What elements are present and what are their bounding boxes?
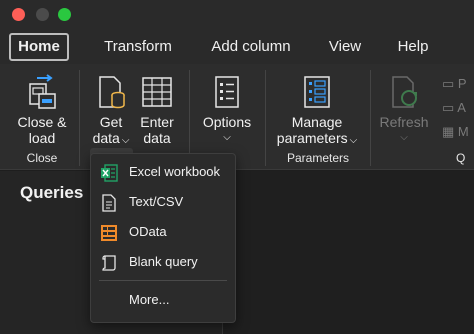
menu-item-label: Excel workbook xyxy=(129,164,221,179)
close-load-label-2: load xyxy=(28,130,56,146)
excel-icon xyxy=(101,164,118,182)
chevron-down-icon: ⌵ xyxy=(400,132,408,143)
ribbon-separator xyxy=(370,70,371,166)
menu-item-label: Text/CSV xyxy=(129,194,184,209)
ribbon-separator xyxy=(265,70,266,166)
menu-item-label: Blank query xyxy=(129,254,198,269)
manage-parameters-label-1: Manage xyxy=(291,114,343,130)
get-data-label-2: data ⌵ xyxy=(92,130,130,146)
chevron-down-icon: ⌵ xyxy=(349,135,358,146)
preview-pane xyxy=(223,171,474,334)
minimize-window-button[interactable] xyxy=(36,8,49,21)
menu-item-odata[interactable]: OData xyxy=(91,217,235,247)
manage-parameters-button[interactable]: Manage parameters ⌵ xyxy=(272,74,362,149)
menu-item-label: More... xyxy=(129,292,170,307)
tab-add-column[interactable]: Add column xyxy=(203,33,299,61)
manage-button[interactable]: ▦ M xyxy=(442,124,469,140)
scroll-icon xyxy=(102,255,116,271)
menu-item-blank-query[interactable]: Blank query xyxy=(91,247,235,277)
menu-item-more[interactable]: More... xyxy=(91,285,235,315)
menu-separator xyxy=(99,280,227,281)
get-data-icon xyxy=(99,76,125,109)
ribbon-separator xyxy=(79,70,80,166)
parameters-icon xyxy=(304,76,330,108)
tab-view[interactable]: View xyxy=(322,33,368,61)
menu-item-excel-workbook[interactable]: Excel workbook xyxy=(91,157,235,187)
close-load-icon xyxy=(29,74,56,109)
tab-help[interactable]: Help xyxy=(390,33,436,61)
enter-data-label-2: data xyxy=(143,130,171,146)
title-bar xyxy=(0,0,474,30)
tab-transform[interactable]: Transform xyxy=(96,33,180,61)
ribbon-tab-bar: Home Transform Add column View Help xyxy=(0,30,474,64)
document-icon xyxy=(102,194,116,212)
queries-title: Queries xyxy=(20,183,84,202)
table-grid-icon xyxy=(142,77,172,107)
advanced-editor-button[interactable]: ▭ A xyxy=(442,100,466,116)
chevron-down-icon: ⌵ xyxy=(121,135,130,146)
options-button[interactable]: Options ⌵ xyxy=(198,74,256,146)
refresh-button[interactable]: Refresh ⌵ xyxy=(376,74,432,146)
manage-parameters-label-2: parameters ⌵ xyxy=(276,130,358,146)
group-label-parameters: Parameters xyxy=(286,151,350,165)
enter-data-label-1: Enter xyxy=(140,114,174,130)
close-load-label-1: Close & xyxy=(17,114,67,130)
zoom-window-button[interactable] xyxy=(58,8,71,21)
close-load-button[interactable]: Close & load xyxy=(12,74,72,146)
group-label-query: Q xyxy=(456,151,466,165)
refresh-label: Refresh xyxy=(379,114,429,130)
enter-data-button[interactable]: Enter data xyxy=(136,74,178,146)
get-data-button[interactable]: Get data ⌵ xyxy=(88,74,134,149)
menu-item-label: OData xyxy=(129,224,167,239)
options-list-icon xyxy=(215,76,239,108)
properties-button[interactable]: ▭ P xyxy=(442,76,467,92)
menu-item-text-csv[interactable]: Text/CSV xyxy=(91,187,235,217)
refresh-icon xyxy=(392,76,417,108)
tab-home[interactable]: Home xyxy=(9,33,69,61)
ribbon-separator xyxy=(189,70,190,166)
close-window-button[interactable] xyxy=(12,8,25,21)
chevron-down-icon: ⌵ xyxy=(223,132,231,143)
get-data-menu: Excel workbook Text/CSV OData Blank quer… xyxy=(90,153,236,323)
group-label-close: Close xyxy=(26,151,58,165)
get-data-label-1: Get xyxy=(99,114,123,130)
options-label: Options xyxy=(202,114,252,130)
query-small-buttons: ▭ P ▭ A ▦ M xyxy=(440,74,474,152)
odata-icon xyxy=(101,225,117,241)
